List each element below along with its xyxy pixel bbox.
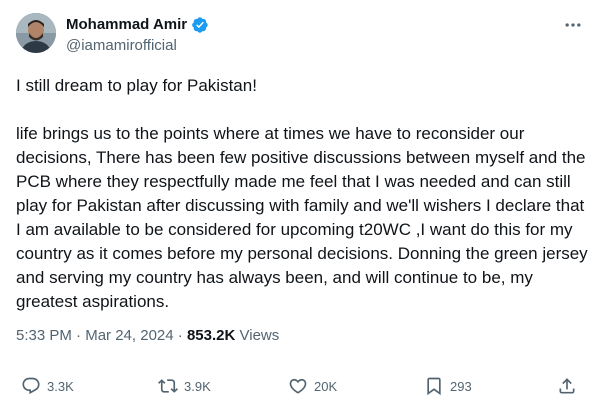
- tweet-text: I still dream to play for Pakistan! life…: [16, 76, 588, 311]
- tweet-time[interactable]: 5:33 PM: [16, 327, 72, 344]
- tweet-date[interactable]: Mar 24, 2024: [85, 327, 173, 344]
- views-label: Views: [239, 327, 280, 344]
- retweet-icon: [158, 376, 178, 396]
- avatar[interactable]: [16, 13, 56, 53]
- meta-separator: ·: [177, 327, 183, 344]
- share-icon: [557, 376, 577, 396]
- meta-separator: ·: [76, 327, 82, 344]
- author-handle[interactable]: @iamamirofficial: [66, 36, 177, 56]
- retweet-button[interactable]: 3.9K: [158, 370, 211, 402]
- author-display-name[interactable]: Mohammad Amir: [66, 15, 187, 35]
- tweet-card: Mohammad Amir @iamamirofficial I still d…: [0, 0, 598, 408]
- action-bar: 3.3K 3.9K 20K 293: [0, 370, 598, 402]
- heart-icon: [288, 376, 308, 396]
- reply-count: 3.3K: [47, 378, 74, 394]
- like-button[interactable]: 20K: [288, 370, 337, 402]
- bookmark-icon: [424, 376, 444, 396]
- share-button[interactable]: [557, 370, 577, 402]
- reply-button[interactable]: 3.3K: [21, 370, 74, 402]
- reply-icon: [21, 376, 41, 396]
- author-name-row: Mohammad Amir: [66, 15, 209, 35]
- retweet-count: 3.9K: [184, 378, 211, 394]
- like-count: 20K: [314, 378, 338, 394]
- avatar-image: [16, 13, 56, 53]
- tweet-meta: 5:33 PM · Mar 24, 2024 · 853.2K Views: [16, 326, 279, 346]
- verified-badge-icon: [191, 16, 209, 34]
- more-dots-icon[interactable]: [562, 14, 584, 36]
- views-count: 853.2K: [186, 327, 236, 344]
- bookmark-button[interactable]: 293: [424, 370, 472, 402]
- bookmark-count: 293: [450, 378, 472, 394]
